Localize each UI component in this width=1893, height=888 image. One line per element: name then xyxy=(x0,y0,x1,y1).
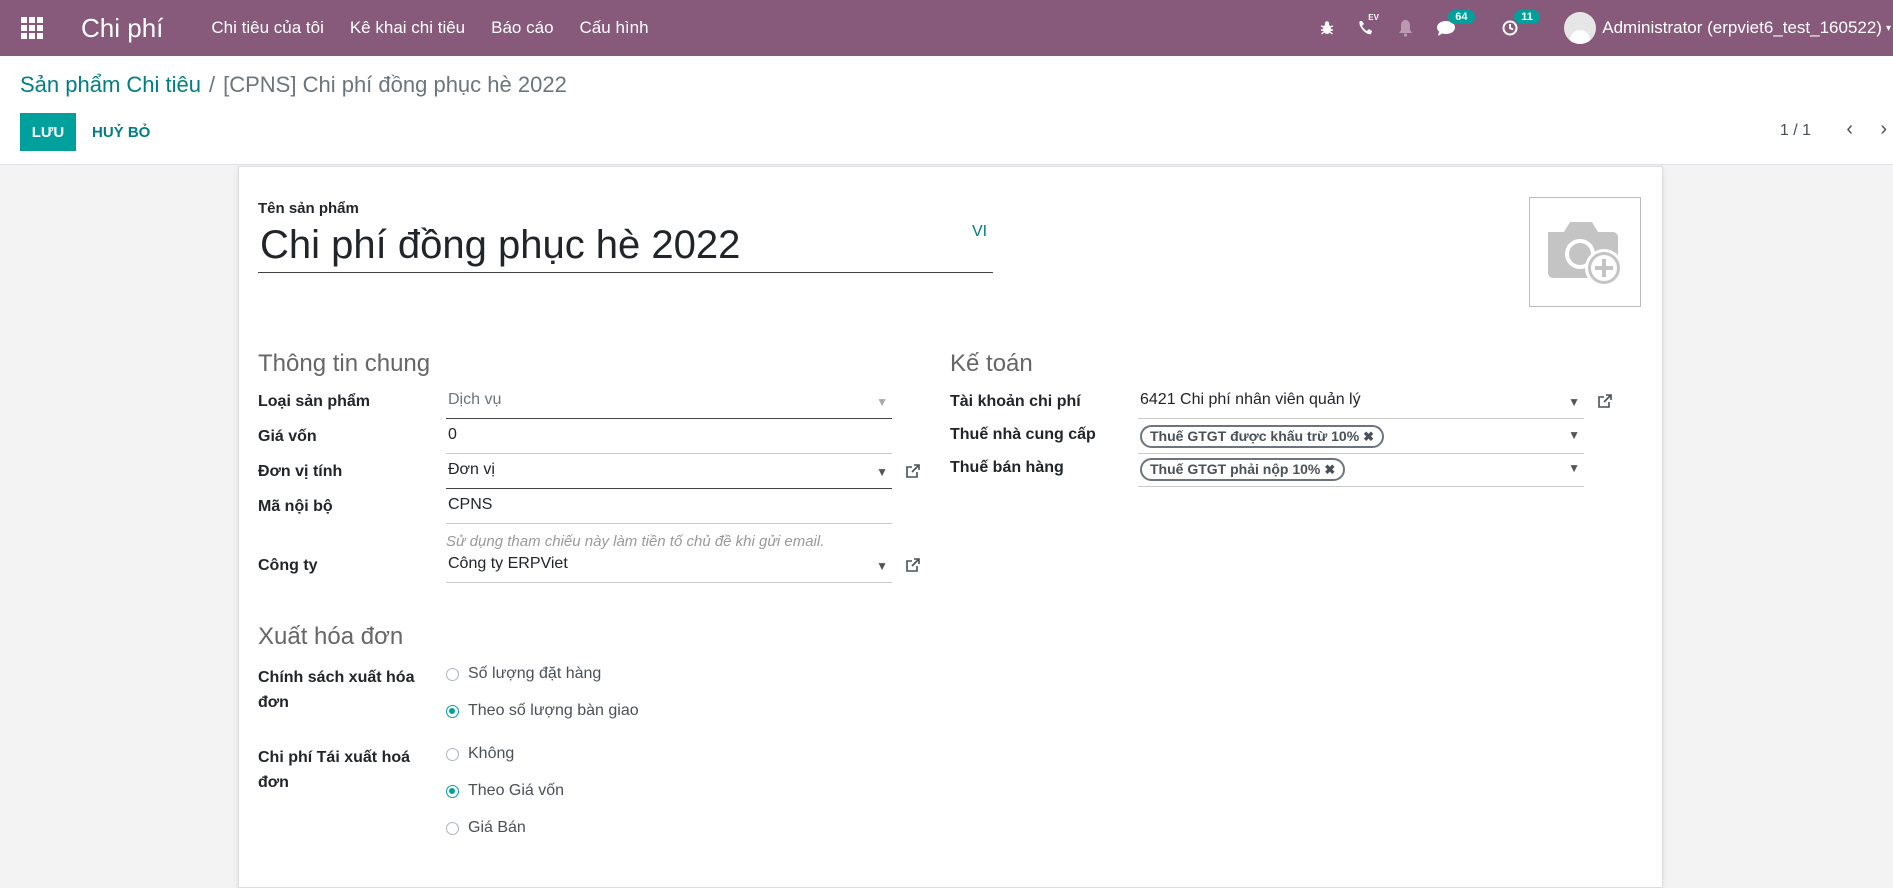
breadcrumb-separator: / xyxy=(209,72,216,97)
vendor-tax-tag: Thuế GTGT được khấu trừ 10% ✖ xyxy=(1140,425,1385,448)
sale-tax-tag: Thuế GTGT phải nộp 10% ✖ xyxy=(1140,458,1346,481)
invoice-policy-option-ordered-label: Số lượng đặt hàng xyxy=(468,665,602,682)
sale-tax-tag-label: Thuế GTGT phải nộp 10% xyxy=(1150,461,1321,477)
pager-next-icon[interactable]: › xyxy=(1880,118,1887,141)
notification-bell-icon[interactable] xyxy=(1397,19,1414,37)
invoice-policy-option-delivered-label: Theo số lượng bàn giao xyxy=(468,702,639,719)
sale-tax-select[interactable]: Thuế GTGT phải nộp 10% ✖ ▼ xyxy=(1138,457,1584,487)
radio-button[interactable] xyxy=(446,667,459,681)
user-avatar[interactable] xyxy=(1564,12,1597,44)
messages-count-badge: 64 xyxy=(1448,9,1475,24)
reinvoice-expense-label: Chi phí Tái xuất hoá đơn xyxy=(258,745,410,795)
invoice-policy-label-line2: đơn xyxy=(258,694,289,711)
radio-button-selected[interactable] xyxy=(446,784,459,798)
chevron-down-icon: ▼ xyxy=(1568,395,1580,409)
vendor-tax-select[interactable]: Thuế GTGT được khấu trừ 10% ✖ ▼ xyxy=(1138,424,1584,454)
debug-bug-icon[interactable] xyxy=(1319,20,1335,36)
chevron-down-icon: ▼ xyxy=(876,395,888,409)
voip-label: EV xyxy=(1368,13,1379,22)
uom-label: Đơn vị tính xyxy=(258,463,343,480)
cost-input[interactable]: 0 xyxy=(446,426,892,454)
camera-plus-icon xyxy=(1548,222,1623,287)
reinvoice-option-no[interactable]: Không xyxy=(446,745,514,763)
activities-count-badge: 11 xyxy=(1514,10,1540,24)
menu-configuration[interactable]: Cấu hình xyxy=(580,18,649,38)
menu-my-expenses[interactable]: Chi tiêu của tôi xyxy=(211,18,323,38)
product-name-input[interactable]: Chi phí đồng phục hè 2022 xyxy=(258,223,993,273)
reinvoice-option-sales-price-label: Giá Bán xyxy=(468,819,526,836)
uom-external-link-icon[interactable] xyxy=(905,463,921,484)
discard-button[interactable]: HUỶ BỎ xyxy=(86,113,156,151)
radio-button[interactable] xyxy=(446,747,459,761)
expense-account-label: Tài khoản chi phí xyxy=(950,393,1081,410)
invoice-policy-option-ordered[interactable]: Số lượng đặt hàng xyxy=(446,665,601,683)
invoice-policy-option-delivered[interactable]: Theo số lượng bàn giao xyxy=(446,702,639,720)
user-menu[interactable]: Administrator (erpviet6_test_160522) xyxy=(1602,18,1882,38)
internal-ref-hint: Sử dụng tham chiếu này làm tiền tố chủ đ… xyxy=(446,533,825,550)
apps-menu-icon[interactable] xyxy=(21,17,43,39)
general-info-title: Thông tin chung xyxy=(258,350,431,377)
company-external-link-icon[interactable] xyxy=(905,557,921,578)
save-button[interactable]: LƯU xyxy=(20,113,76,151)
internal-ref-input[interactable]: CPNS xyxy=(446,496,892,524)
cost-label: Giá vốn xyxy=(258,428,317,445)
sale-tax-label: Thuế bán hàng xyxy=(950,459,1064,476)
breadcrumb-current: [CPNS] Chi phí đồng phục hè 2022 xyxy=(223,72,567,97)
reinvoice-option-no-label: Không xyxy=(468,745,515,762)
expense-account-value: 6421 Chi phí nhân viên quản lý xyxy=(1140,391,1361,408)
radio-button-selected[interactable] xyxy=(446,704,459,718)
reinvoice-option-cost-label: Theo Giá vốn xyxy=(468,782,565,799)
menu-expense-reports[interactable]: Kê khai chi tiêu xyxy=(350,18,465,38)
activity-clock-icon[interactable]: 11 xyxy=(1502,10,1540,36)
reinvoice-option-sales-price[interactable]: Giá Bán xyxy=(446,819,526,837)
expense-account-select[interactable]: 6421 Chi phí nhân viên quản lý ▼ xyxy=(1138,391,1584,419)
remove-tag-icon[interactable]: ✖ xyxy=(1363,429,1374,444)
chevron-down-icon: ▼ xyxy=(1568,461,1580,475)
company-value: Công ty ERPViet xyxy=(448,555,568,572)
language-toggle[interactable]: VI xyxy=(972,223,987,241)
vendor-tax-tag-label: Thuế GTGT được khấu trừ 10% xyxy=(1150,428,1360,444)
form-sheet: Tên sản phẩm Chi phí đồng phục hè 2022 V… xyxy=(238,166,1663,888)
product-type-select[interactable]: Dịch vụ ▼ xyxy=(446,391,892,419)
breadcrumb: Sản phẩm Chi tiêu / [CPNS] Chi phí đồng ph… xyxy=(20,72,567,98)
company-select[interactable]: Công ty ERPViet ▼ xyxy=(446,555,892,583)
product-type-label: Loại sản phẩm xyxy=(258,393,371,410)
chevron-down-icon: ▼ xyxy=(1568,428,1580,442)
pager-previous-icon[interactable]: ‹ xyxy=(1846,118,1853,141)
vendor-tax-label: Thuế nhà cung cấp xyxy=(950,426,1096,443)
product-name-label: Tên sản phẩm xyxy=(258,200,359,217)
reinvoice-expense-label-line1: Chi phí Tái xuất hoá xyxy=(258,749,411,766)
app-title[interactable]: Chi phí xyxy=(81,13,163,44)
chevron-down-icon: ▼ xyxy=(876,559,888,573)
top-navbar: Chi phí Chi tiêu của tôi Kê khai chi tiê… xyxy=(0,0,1893,56)
product-image-upload[interactable] xyxy=(1529,197,1641,307)
uom-value: Đơn vị xyxy=(448,461,495,478)
user-caret-icon[interactable]: ▾ xyxy=(1886,23,1891,34)
radio-button[interactable] xyxy=(446,821,459,835)
messaging-chat-icon[interactable]: 64 xyxy=(1436,9,1475,37)
product-type-value: Dịch vụ xyxy=(448,391,502,408)
invoicing-title: Xuất hóa đơn xyxy=(258,623,404,650)
reinvoice-expense-label-line2: đơn xyxy=(258,774,289,791)
reinvoice-option-cost[interactable]: Theo Giá vốn xyxy=(446,782,564,800)
invoice-policy-label: Chính sách xuất hóa đơn xyxy=(258,665,414,715)
chevron-down-icon: ▼ xyxy=(876,465,888,479)
menu-reporting[interactable]: Báo cáo xyxy=(491,18,553,38)
expense-account-external-link-icon[interactable] xyxy=(1597,393,1613,414)
voip-phone-icon[interactable]: EV xyxy=(1357,13,1379,37)
pager-value[interactable]: 1 / 1 xyxy=(1780,122,1811,140)
invoice-policy-label-line1: Chính sách xuất hóa xyxy=(258,669,415,686)
uom-select[interactable]: Đơn vị ▼ xyxy=(446,461,892,489)
remove-tag-icon[interactable]: ✖ xyxy=(1324,462,1335,477)
accounting-title: Kế toán xyxy=(950,350,1033,377)
control-panel: Sản phẩm Chi tiêu / [CPNS] Chi phí đồng ph… xyxy=(0,56,1893,165)
company-label: Công ty xyxy=(258,557,318,574)
internal-ref-label: Mã nội bộ xyxy=(258,498,333,515)
breadcrumb-root-link[interactable]: Sản phẩm Chi tiêu xyxy=(20,72,201,97)
